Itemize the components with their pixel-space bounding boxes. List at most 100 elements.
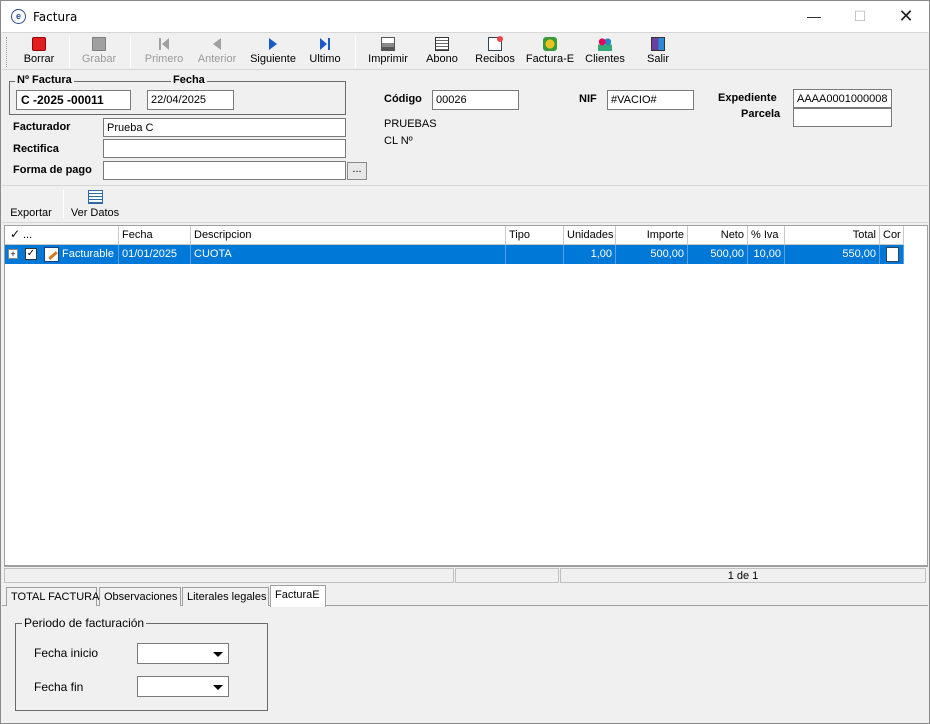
row-neto[interactable]: 500,00 [688, 245, 748, 264]
previous-record-icon [210, 37, 224, 51]
table-row[interactable]: + ✓ Facturable 01/01/2025 CUOTA 1,00 500… [5, 245, 904, 264]
codigo-label: Código [384, 93, 422, 105]
pager-indicator: 1 de 1 [560, 568, 926, 583]
factura-e-button[interactable]: Factura-E [522, 33, 578, 71]
last-record-icon [318, 37, 332, 51]
invoice-date-field[interactable]: 22/04/2025 [147, 90, 234, 110]
section-divider [2, 185, 928, 186]
imprimir-button[interactable]: Imprimir [364, 33, 412, 71]
fecha-fin-label: Fecha fin [34, 680, 84, 694]
fecha-fin-dropdown[interactable] [137, 676, 229, 697]
tab-facturae[interactable]: FacturaE [270, 585, 326, 607]
ver-datos-button[interactable]: Ver Datos [69, 188, 121, 222]
col-fecha[interactable]: Fecha [119, 226, 191, 245]
parcela-field[interactable] [793, 108, 892, 127]
edit-pencil-icon[interactable] [44, 247, 59, 262]
facturador-label: Facturador [13, 121, 71, 133]
borrar-button[interactable]: Borrar [16, 33, 62, 71]
clientes-button[interactable]: Clientes [582, 33, 628, 71]
row-unidades[interactable]: 1,00 [564, 245, 616, 264]
exit-door-icon [651, 37, 665, 51]
parcela-label: Parcela [741, 108, 781, 120]
billing-period-group [15, 623, 268, 711]
row-fecha[interactable]: 01/01/2025 [119, 245, 191, 264]
forma-pago-lookup-button[interactable]: ... [347, 162, 367, 180]
expediente-field[interactable]: AAAA0001000008 [793, 89, 892, 108]
toolbar-separator [355, 36, 356, 68]
siguiente-button[interactable]: Siguiente [246, 33, 300, 71]
grabar-button[interactable]: Grabar [76, 33, 122, 71]
row-tipo[interactable] [506, 245, 564, 264]
nfactura-label: Nº Factura [15, 74, 74, 86]
next-record-icon [266, 37, 280, 51]
maximize-button[interactable]: ☐ [837, 1, 883, 32]
delete-icon [32, 37, 46, 51]
col-descripcion[interactable]: Descripcion [191, 226, 506, 245]
forma-pago-field[interactable] [103, 161, 346, 180]
forma-pago-label: Forma de pago [13, 164, 92, 176]
col-tipo[interactable]: Tipo [506, 226, 564, 245]
data-grid-icon [87, 190, 103, 204]
main-toolbar: Borrar Grabar Primero Anterior Siguiente [2, 32, 928, 70]
col-iva[interactable]: % Iva [748, 226, 785, 245]
chevron-down-icon[interactable] [213, 685, 223, 690]
col-total[interactable]: Total [785, 226, 880, 245]
billing-period-legend: Periodo de facturación [22, 616, 147, 630]
primero-button[interactable]: Primero [138, 33, 190, 71]
grid-header: ✓ ... Fecha Descripcion Tipo Unidades Im… [5, 226, 904, 245]
invoice-window: e Factura — ☐ ✕ Borrar Grabar Primero An… [0, 0, 930, 724]
facturador-field[interactable]: Prueba C [103, 118, 346, 137]
row-state-cell[interactable]: + ✓ Facturable [5, 245, 119, 264]
app-logo-icon: e [11, 9, 26, 24]
fecha-inicio-dropdown[interactable] [137, 643, 229, 664]
tab-total-factura[interactable]: TOTAL FACTURA [6, 587, 99, 606]
col-importe[interactable]: Importe [616, 226, 688, 245]
col-select-all[interactable]: ✓ ... [5, 226, 119, 245]
rectifica-label: Rectifica [13, 143, 59, 155]
client-address: CL Nº [384, 135, 413, 147]
status-panel [4, 568, 454, 583]
client-name: PRUEBAS [384, 118, 437, 130]
col-unidades[interactable]: Unidades [564, 226, 616, 245]
exportar-button[interactable]: Exportar [7, 188, 55, 222]
tab-observaciones[interactable]: Observaciones [99, 587, 181, 606]
expediente-label: Expediente [718, 92, 777, 104]
minimize-button[interactable]: — [791, 1, 837, 32]
chevron-down-icon[interactable] [213, 652, 223, 657]
fecha-inicio-label: Fecha inicio [34, 646, 99, 660]
document-icon [435, 37, 449, 51]
section-divider [2, 222, 928, 223]
attached-document-icon[interactable] [886, 247, 899, 262]
abono-button[interactable]: Abono [420, 33, 464, 71]
rectifica-field[interactable] [103, 139, 346, 158]
row-checkbox[interactable]: ✓ [25, 248, 37, 260]
col-con[interactable]: Cor [880, 226, 904, 245]
recibos-button[interactable]: Recibos [472, 33, 518, 71]
row-total[interactable]: 550,00 [785, 245, 880, 264]
invoice-lines-grid: ✓ ... Fecha Descripcion Tipo Unidades Im… [4, 225, 928, 566]
toolbar-grip[interactable] [6, 37, 9, 67]
invoice-number-field[interactable]: C -2025 -00011 [16, 90, 131, 110]
ultimo-button[interactable]: Ultimo [304, 33, 346, 71]
tab-literales-legales[interactable]: Literales legales [182, 587, 269, 606]
close-button[interactable]: ✕ [883, 1, 929, 32]
codigo-field[interactable]: 00026 [432, 90, 519, 110]
toolbar-separator [130, 36, 131, 68]
save-icon [92, 37, 106, 51]
e-invoice-icon [543, 37, 557, 51]
row-descripcion[interactable]: CUOTA [191, 245, 506, 264]
fecha-label: Fecha [171, 74, 207, 86]
check-all-icon[interactable]: ✓ [10, 227, 20, 241]
printer-icon [381, 37, 395, 51]
window-title: Factura [33, 10, 78, 24]
grid-status-bar: 1 de 1 [4, 566, 928, 583]
salir-button[interactable]: Salir [638, 33, 678, 71]
expand-row-icon[interactable]: + [8, 249, 18, 259]
toolbar-separator [69, 36, 70, 68]
nif-field[interactable]: #VACIO# [607, 90, 694, 110]
col-neto[interactable]: Neto [688, 226, 748, 245]
row-importe[interactable]: 500,00 [616, 245, 688, 264]
anterior-button[interactable]: Anterior [194, 33, 240, 71]
title-bar: e Factura — ☐ ✕ [1, 1, 929, 32]
row-iva[interactable]: 10,00 [748, 245, 785, 264]
